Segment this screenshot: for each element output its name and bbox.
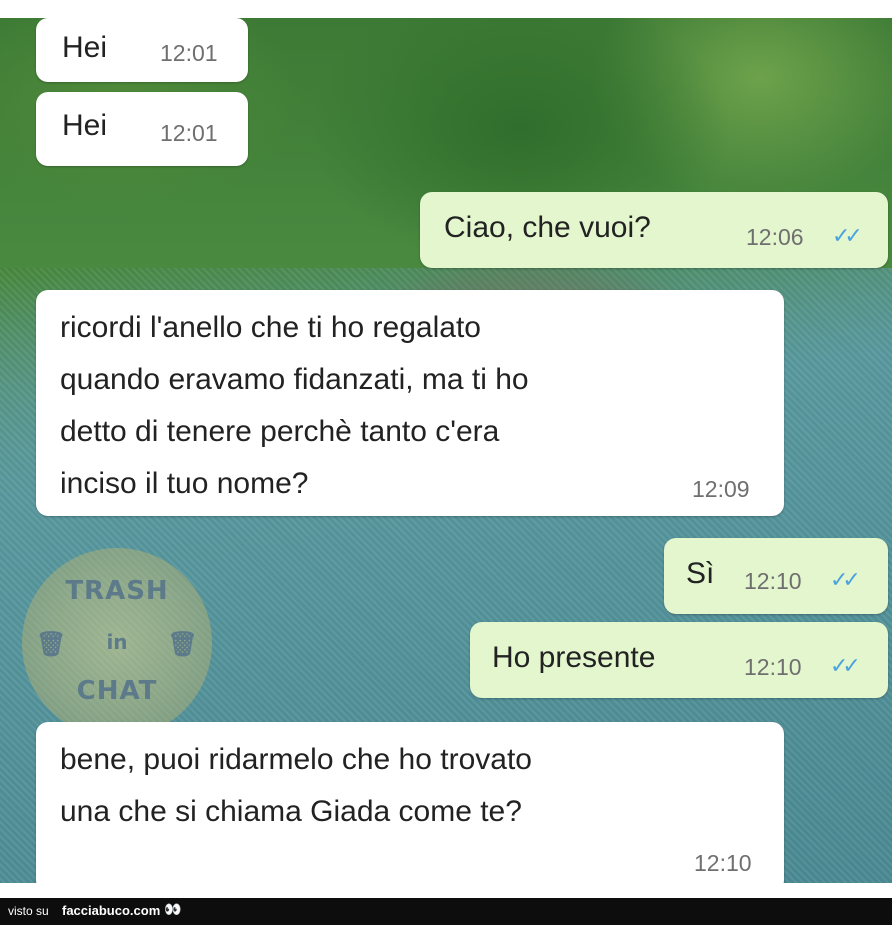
chat-background: TRASH 🗑 in 🗑 CHAT Hei 12:01 Hei 12:01 Ci… <box>0 18 892 883</box>
message-time: 12:09 <box>692 476 750 502</box>
footer-prefix: visto su <box>8 904 49 918</box>
watermark-line-3: CHAT <box>76 676 158 706</box>
site-footer: visto su facciabuco.com 👀 <box>0 898 892 925</box>
message-bubble-outgoing[interactable]: Ho presente 12:10 ✓✓ <box>470 622 888 698</box>
message-text: Ho presente <box>492 641 656 674</box>
message-bubble-incoming[interactable]: Hei 12:01 <box>36 18 248 82</box>
message-time: 12:01 <box>160 120 218 146</box>
message-bubble-incoming[interactable]: bene, puoi ridarmelo che ho trovato una … <box>36 722 784 883</box>
watermark-line-1: TRASH <box>65 576 169 606</box>
message-text: ricordi l'anello che ti ho regalato quan… <box>60 311 529 500</box>
message-text: Hei <box>62 109 108 142</box>
read-receipt-icon: ✓✓ <box>830 567 861 592</box>
message-text: bene, puoi ridarmelo che ho trovato una … <box>60 743 532 828</box>
read-receipt-icon: ✓✓ <box>830 653 861 678</box>
message-time: 12:10 <box>744 654 802 680</box>
message-time: 12:10 <box>694 850 752 876</box>
message-bubble-incoming[interactable]: Hei 12:01 <box>36 92 248 166</box>
trash-bin-icon: 🗑 <box>167 630 198 658</box>
message-time: 12:01 <box>160 40 218 66</box>
message-bubble-outgoing[interactable]: Sì 12:10 ✓✓ <box>664 538 888 614</box>
message-text: Sì <box>686 557 715 590</box>
message-text: Ciao, che vuoi? <box>444 211 651 244</box>
message-bubble-outgoing[interactable]: Ciao, che vuoi? 12:06 ✓✓ <box>420 192 888 268</box>
message-bubble-incoming[interactable]: ricordi l'anello che ti ho regalato quan… <box>36 290 784 516</box>
read-receipt-icon: ✓✓ <box>832 223 863 248</box>
message-time: 12:06 <box>746 224 804 250</box>
footer-site-link[interactable]: facciabuco.com <box>62 903 160 918</box>
message-time: 12:10 <box>744 568 802 594</box>
trash-in-chat-watermark: TRASH 🗑 in 🗑 CHAT <box>22 548 212 738</box>
message-text: Hei <box>62 31 108 64</box>
eyes-icon: 👀 <box>164 901 181 917</box>
